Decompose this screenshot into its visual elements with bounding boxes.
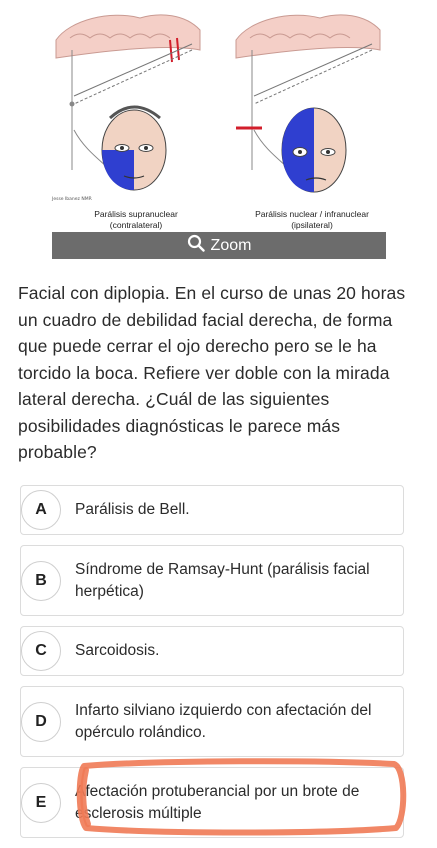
search-icon bbox=[187, 234, 205, 257]
question-text: Facial con diplopia. En el curso de unas… bbox=[18, 283, 406, 462]
option-text: Infarto silviano izquierdo con afectació… bbox=[75, 701, 372, 741]
zoom-label: Zoom bbox=[210, 236, 252, 254]
left-caption-2: (contralateral) bbox=[110, 220, 163, 230]
option-a[interactable]: A Parálisis de Bell. bbox=[20, 485, 404, 535]
illustrator-signature: Jesse Ibanez NMR bbox=[51, 196, 92, 202]
option-letter: A bbox=[21, 490, 61, 530]
option-text: Sarcoidosis. bbox=[75, 642, 160, 659]
right-caption-2: (ipsilateral) bbox=[291, 220, 333, 230]
facial-palsy-illustration[interactable]: Jesse Ibanez NMR Parálisis supranuclear … bbox=[50, 0, 386, 232]
option-b[interactable]: B Síndrome de Ramsay-Hunt (parálisis fac… bbox=[20, 545, 404, 616]
right-caption-1: Parálisis nuclear / infranuclear bbox=[255, 209, 369, 219]
zoom-button[interactable]: Zoom bbox=[52, 232, 386, 259]
option-c[interactable]: C Sarcoidosis. bbox=[20, 626, 404, 676]
option-letter: E bbox=[21, 782, 61, 823]
left-caption-1: Parálisis supranuclear bbox=[94, 209, 178, 219]
option-letter: D bbox=[21, 701, 61, 742]
option-d[interactable]: D Infarto silviano izquierdo con afectac… bbox=[20, 686, 404, 757]
option-letter: C bbox=[21, 631, 61, 671]
option-letter: B bbox=[21, 560, 61, 601]
option-text: Síndrome de Ramsay-Hunt (parálisis facia… bbox=[75, 560, 370, 600]
option-e[interactable]: E Afectación protuberancial por un brote… bbox=[20, 767, 404, 838]
option-text: Parálisis de Bell. bbox=[75, 501, 190, 518]
option-text: Afectación protuberancial por un brote d… bbox=[75, 782, 360, 822]
